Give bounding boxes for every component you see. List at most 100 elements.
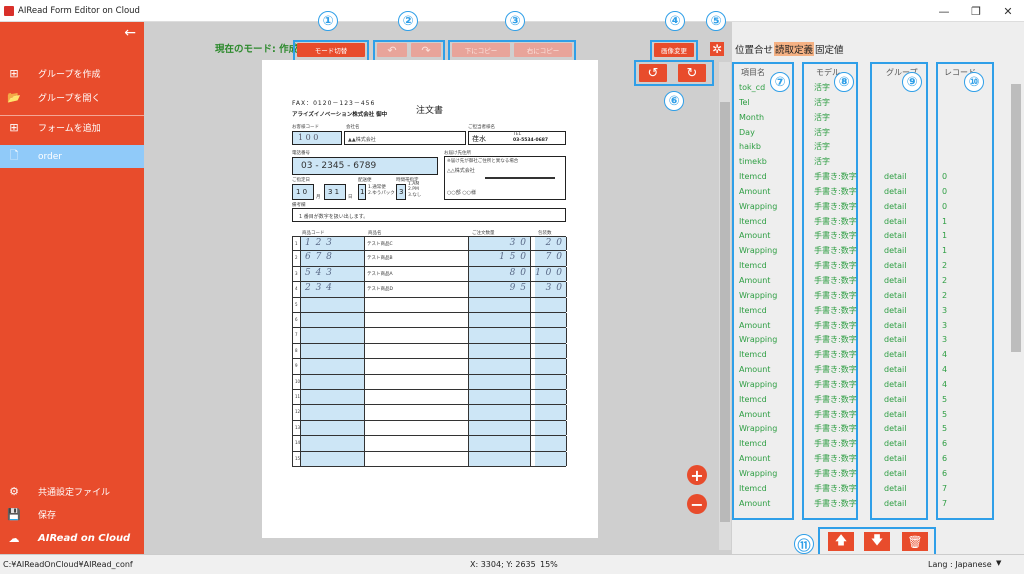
detail-cell-code[interactable]: [301, 390, 365, 405]
definition-row-model[interactable]: 手書き:数字: [812, 185, 857, 200]
customer-code-field[interactable]: 1 0 0: [292, 131, 342, 145]
chevron-down-icon[interactable]: ▼: [996, 559, 1001, 567]
definition-row-record[interactable]: 5: [940, 422, 990, 437]
definition-row-record[interactable]: 6: [940, 467, 990, 482]
back-arrow-icon[interactable]: ←: [124, 25, 136, 41]
rotate-left-button[interactable]: ↺: [639, 64, 667, 82]
definition-row-record[interactable]: 6: [940, 437, 990, 452]
definition-row-model[interactable]: 活字: [812, 96, 856, 111]
definition-row-group[interactable]: detail: [882, 333, 926, 348]
undo-button[interactable]: ↶: [377, 43, 407, 57]
definition-row-record[interactable]: 1: [940, 244, 990, 259]
detail-cell-qty[interactable]: [469, 451, 531, 466]
definition-row-record[interactable]: 2: [940, 289, 990, 304]
redo-button[interactable]: ↷: [411, 43, 441, 57]
definition-row-record[interactable]: 5: [940, 408, 990, 423]
definition-row-record[interactable]: 1: [940, 229, 990, 244]
detail-cell-wrap[interactable]: 7 0: [535, 251, 567, 266]
definition-row-group[interactable]: detail: [882, 244, 926, 259]
definition-row-model[interactable]: 手書き:数字: [812, 200, 857, 215]
definition-row-model[interactable]: 手書き:数字: [812, 348, 857, 363]
delete-button[interactable]: 🗑: [902, 532, 928, 551]
definition-row-name[interactable]: Amount: [737, 274, 793, 289]
detail-cell-code[interactable]: [301, 328, 365, 343]
close-button[interactable]: ✕: [992, 0, 1024, 22]
definition-row-record[interactable]: [940, 111, 990, 126]
definition-row-group[interactable]: detail: [882, 304, 926, 319]
detail-cell-code[interactable]: [301, 374, 365, 389]
definition-row-record[interactable]: 4: [940, 348, 990, 363]
definition-row-record[interactable]: 7: [940, 482, 990, 497]
detail-cell-wrap[interactable]: [535, 343, 567, 359]
definition-row-model[interactable]: 手書き:数字: [812, 363, 857, 378]
definition-row-name[interactable]: timekb: [737, 155, 793, 170]
definition-row-record[interactable]: 3: [940, 304, 990, 319]
definition-row-name[interactable]: Day: [737, 126, 793, 141]
scrollbar-thumb[interactable]: [1011, 84, 1021, 352]
definition-row-model[interactable]: 手書き:数字: [812, 319, 857, 334]
definition-row-model[interactable]: 手書き:数字: [812, 482, 857, 497]
definition-row-model[interactable]: 手書き:数字: [812, 408, 857, 423]
definition-row-group[interactable]: detail: [882, 497, 926, 512]
detail-cell-code[interactable]: [301, 313, 365, 328]
detail-cell-code[interactable]: [301, 359, 365, 374]
canvas-scrollbar[interactable]: [719, 62, 731, 550]
definition-row-group[interactable]: detail: [882, 348, 926, 363]
sidebar-item-order[interactable]: 🗋 order: [0, 145, 144, 168]
definition-row-group[interactable]: detail: [882, 467, 926, 482]
detail-cell-code[interactable]: [301, 451, 365, 466]
definition-row-name[interactable]: Tel: [737, 96, 793, 111]
definition-row-name[interactable]: Itemcd: [737, 304, 793, 319]
detail-cell-qty[interactable]: [469, 374, 531, 389]
detail-cell-code[interactable]: [301, 420, 365, 436]
definition-row-model[interactable]: 手書き:数字: [812, 422, 857, 437]
definition-row-group[interactable]: [882, 140, 926, 155]
definition-row-name[interactable]: Amount: [737, 408, 793, 423]
detail-cell-qty[interactable]: [469, 436, 531, 451]
detail-cell-qty[interactable]: [469, 390, 531, 405]
sidebar-item-open-group[interactable]: 📂 グループを開く: [0, 86, 144, 109]
definition-row-group[interactable]: detail: [882, 393, 926, 408]
definition-row-name[interactable]: Itemcd: [737, 348, 793, 363]
definition-row-model[interactable]: 手書き:数字: [812, 259, 857, 274]
settings-gear-icon[interactable]: ✲: [710, 42, 724, 56]
zoom-in-button[interactable]: +: [687, 465, 707, 485]
detail-cell-code[interactable]: [301, 343, 365, 359]
definition-row-name[interactable]: Amount: [737, 452, 793, 467]
definition-row-name[interactable]: Month: [737, 111, 793, 126]
minimize-button[interactable]: —: [928, 0, 960, 22]
definition-row-group[interactable]: detail: [882, 437, 926, 452]
definition-row-group[interactable]: detail: [882, 200, 926, 215]
definition-row-model[interactable]: 手書き:数字: [812, 452, 857, 467]
image-change-button[interactable]: 画像変更: [654, 43, 694, 57]
scrollbar-thumb[interactable]: [720, 102, 730, 522]
definition-row-model[interactable]: 活字: [812, 111, 856, 126]
definition-row-model[interactable]: 手書き:数字: [812, 170, 857, 185]
definition-row-record[interactable]: [940, 96, 990, 111]
detail-cell-wrap[interactable]: [535, 436, 567, 451]
panel-scrollbar[interactable]: [1010, 62, 1022, 548]
definition-row-name[interactable]: Wrapping: [737, 333, 793, 348]
definition-row-group[interactable]: detail: [882, 274, 926, 289]
move-down-button[interactable]: 🡇: [864, 532, 890, 551]
definition-row-model[interactable]: 手書き:数字: [812, 333, 857, 348]
definition-row-group[interactable]: detail: [882, 452, 926, 467]
definition-row-record[interactable]: [940, 140, 990, 155]
tab-read-definition[interactable]: 読取定義: [774, 42, 815, 56]
detail-cell-qty[interactable]: [469, 328, 531, 343]
definition-row-model[interactable]: 手書き:数字: [812, 215, 857, 230]
detail-cell-code[interactable]: [301, 297, 365, 312]
definition-row-record[interactable]: 2: [940, 259, 990, 274]
definition-row-name[interactable]: Wrapping: [737, 244, 793, 259]
detail-cell-qty[interactable]: 3 0: [469, 237, 531, 251]
day-field[interactable]: 3 1: [324, 184, 346, 200]
definition-row-name[interactable]: Itemcd: [737, 259, 793, 274]
move-up-button[interactable]: 🡅: [828, 532, 854, 551]
definition-row-name[interactable]: Itemcd: [737, 170, 793, 185]
definition-row-model[interactable]: 活字: [812, 126, 856, 141]
detail-cell-wrap[interactable]: 2 0: [535, 237, 567, 251]
tab-fixed-value[interactable]: 固定値: [814, 42, 845, 56]
detail-cell-wrap[interactable]: 1 0 0: [535, 266, 567, 282]
definition-row-record[interactable]: 2: [940, 274, 990, 289]
detail-cell-wrap[interactable]: [535, 328, 567, 343]
